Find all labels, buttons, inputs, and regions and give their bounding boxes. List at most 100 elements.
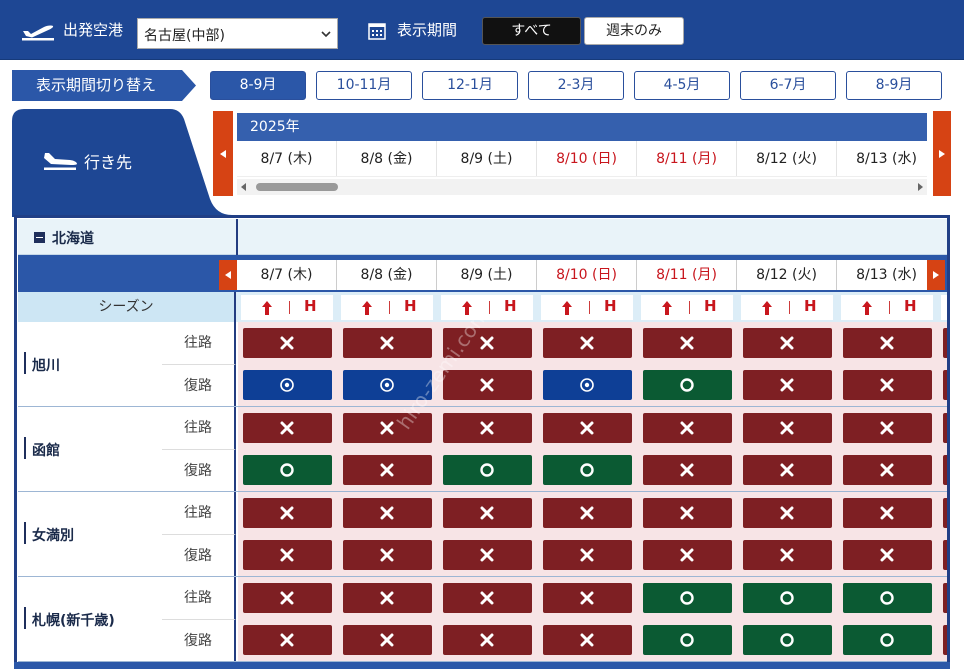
availability-cell[interactable] xyxy=(343,328,432,358)
weekend-only-button[interactable]: 週末のみ xyxy=(584,17,684,45)
separator xyxy=(889,301,890,314)
availability-cell[interactable] xyxy=(343,498,432,528)
period-tab[interactable]: 10-11月 xyxy=(316,71,412,100)
table-scroll-right-button[interactable] xyxy=(927,260,945,290)
availability-cell[interactable] xyxy=(843,455,932,485)
availability-cell[interactable] xyxy=(543,370,632,400)
availability-cell[interactable] xyxy=(843,328,932,358)
availability-cell[interactable] xyxy=(543,455,632,485)
availability-cell[interactable] xyxy=(743,583,832,613)
availability-cell[interactable] xyxy=(743,328,832,358)
date-cell[interactable]: 8/13 (水) xyxy=(837,141,927,176)
horizontal-scrollbar[interactable] xyxy=(237,179,927,195)
origin-airport-select[interactable]: 名古屋(中部) xyxy=(137,18,338,49)
availability-cell[interactable] xyxy=(643,498,732,528)
availability-cell[interactable] xyxy=(543,413,632,443)
availability-cell[interactable] xyxy=(843,498,932,528)
availability-cell[interactable] xyxy=(943,370,947,400)
availability-cell[interactable] xyxy=(943,328,947,358)
availability-cell[interactable] xyxy=(243,413,332,443)
scrollbar-thumb[interactable] xyxy=(256,183,338,191)
availability-cell[interactable] xyxy=(543,583,632,613)
availability-cell[interactable] xyxy=(543,625,632,655)
scroll-left-arrow-icon[interactable] xyxy=(241,183,246,191)
cross-icon xyxy=(480,421,494,435)
availability-cell[interactable] xyxy=(943,540,947,570)
availability-cell[interactable] xyxy=(743,455,832,485)
availability-cell[interactable] xyxy=(943,413,947,443)
availability-cell[interactable] xyxy=(643,328,732,358)
availability-cell[interactable] xyxy=(243,455,332,485)
cross-icon xyxy=(280,591,294,605)
availability-cell[interactable] xyxy=(343,583,432,613)
availability-cell[interactable] xyxy=(343,413,432,443)
availability-cell[interactable] xyxy=(443,625,532,655)
cross-icon xyxy=(380,591,394,605)
availability-cell[interactable] xyxy=(243,370,332,400)
availability-cell[interactable] xyxy=(743,625,832,655)
period-tab[interactable]: 8-9月 xyxy=(210,71,306,100)
period-tab[interactable]: 2-3月 xyxy=(528,71,624,100)
availability-cell[interactable] xyxy=(643,625,732,655)
availability-cell[interactable] xyxy=(543,498,632,528)
availability-cell[interactable] xyxy=(443,498,532,528)
availability-cell[interactable] xyxy=(743,540,832,570)
period-tab[interactable]: 4-5月 xyxy=(634,71,730,100)
availability-cell[interactable] xyxy=(343,370,432,400)
availability-cell[interactable] xyxy=(843,625,932,655)
season-cell: H xyxy=(241,295,333,320)
region-row[interactable]: 北海道 xyxy=(18,219,947,255)
availability-cell[interactable] xyxy=(643,455,732,485)
date-cell[interactable]: 8/11 (月) xyxy=(637,141,737,176)
availability-cell[interactable] xyxy=(843,413,932,443)
date-cell[interactable]: 8/10 (日) xyxy=(537,141,637,176)
availability-cell[interactable] xyxy=(443,413,532,443)
availability-cell[interactable] xyxy=(443,540,532,570)
availability-cell[interactable] xyxy=(343,625,432,655)
date-cell[interactable]: 8/7 (木) xyxy=(237,141,337,176)
availability-cell[interactable] xyxy=(943,583,947,613)
cross-icon xyxy=(280,633,294,647)
availability-cell[interactable] xyxy=(243,328,332,358)
availability-cell[interactable] xyxy=(243,498,332,528)
scroll-right-arrow-icon[interactable] xyxy=(918,183,923,191)
availability-cell[interactable] xyxy=(643,413,732,443)
collapse-minus-icon[interactable] xyxy=(34,232,45,243)
availability-cell[interactable] xyxy=(443,583,532,613)
availability-cell[interactable] xyxy=(443,370,532,400)
availability-cell[interactable] xyxy=(743,498,832,528)
availability-cell[interactable] xyxy=(543,540,632,570)
show-all-button[interactable]: すべて xyxy=(482,17,581,45)
availability-cell[interactable] xyxy=(243,583,332,613)
availability-cell[interactable] xyxy=(243,540,332,570)
table-date-cell: 8/10 (日) xyxy=(537,260,637,290)
availability-cell[interactable] xyxy=(743,413,832,443)
dates-scroll-right-button[interactable] xyxy=(933,111,951,196)
availability-cell[interactable] xyxy=(543,328,632,358)
availability-cell[interactable] xyxy=(843,583,932,613)
availability-grid: 旭川 往路 復路 函館 往路 復路 女満別 往路 復路 札幌(新千歳) 往路 復路 xyxy=(18,322,947,669)
availability-cell[interactable] xyxy=(643,370,732,400)
dates-scroll-left-button[interactable] xyxy=(213,111,233,196)
availability-cell[interactable] xyxy=(743,370,832,400)
table-scroll-left-button[interactable] xyxy=(219,260,237,290)
availability-cell[interactable] xyxy=(643,583,732,613)
availability-cell[interactable] xyxy=(643,540,732,570)
period-tab[interactable]: 12-1月 xyxy=(422,71,518,100)
availability-cell[interactable] xyxy=(243,625,332,655)
date-cell[interactable]: 8/8 (金) xyxy=(337,141,437,176)
period-tab[interactable]: 6-7月 xyxy=(740,71,836,100)
availability-cell[interactable] xyxy=(843,370,932,400)
availability-cell[interactable] xyxy=(343,540,432,570)
availability-cell[interactable] xyxy=(443,455,532,485)
period-tab[interactable]: 8-9月 xyxy=(846,71,942,100)
cross-icon xyxy=(480,506,494,520)
date-cell[interactable]: 8/12 (火) xyxy=(737,141,837,176)
availability-cell[interactable] xyxy=(943,625,947,655)
availability-cell[interactable] xyxy=(943,455,947,485)
availability-cell[interactable] xyxy=(443,328,532,358)
availability-cell[interactable] xyxy=(843,540,932,570)
availability-cell[interactable] xyxy=(943,498,947,528)
availability-cell[interactable] xyxy=(343,455,432,485)
date-cell[interactable]: 8/9 (土) xyxy=(437,141,537,176)
